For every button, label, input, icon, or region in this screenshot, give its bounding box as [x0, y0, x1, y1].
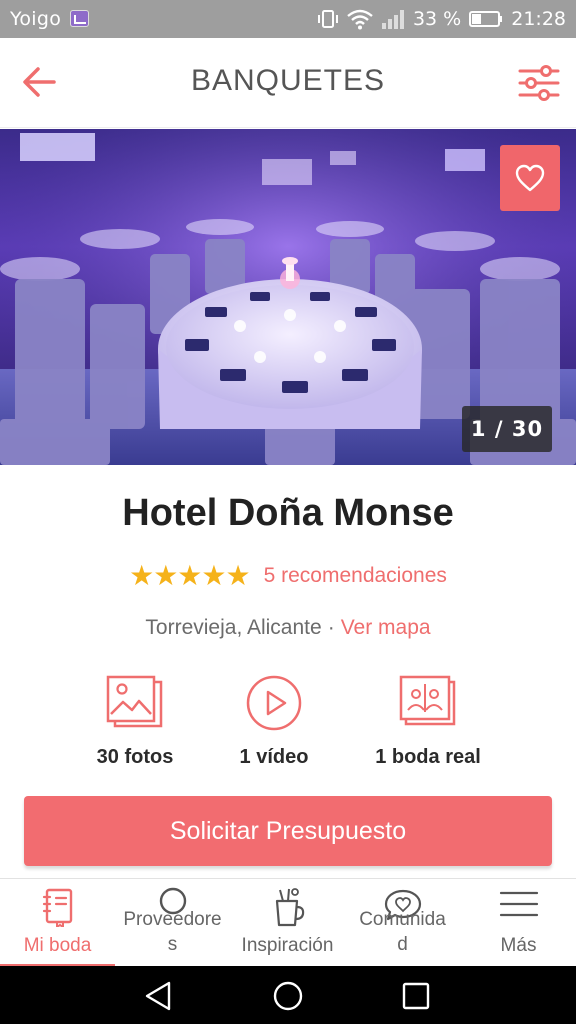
status-indicators: 33 % 21:28 [317, 7, 566, 31]
battery-icon [469, 11, 503, 27]
system-navigation-bar [0, 966, 576, 1024]
video-count: 1 vídeo [239, 746, 309, 768]
media-features: 30 fotos 1 vídeo 1 boda real [0, 672, 576, 782]
app-header: BANQUETES [0, 38, 576, 128]
nav-label-comunidad-line2: d [397, 934, 408, 955]
venue-photo-gallery[interactable]: 1 / 30 [0, 129, 576, 465]
nav-inspiracion[interactable]: Inspiración [230, 879, 345, 967]
system-home-icon[interactable] [270, 978, 306, 1014]
favorite-button[interactable] [500, 145, 560, 211]
real-wedding-feature[interactable]: 1 boda real [348, 672, 508, 769]
nav-comunidad[interactable]: Comunida d [345, 879, 460, 967]
status-bar: Yoigo 33 % 21:28 [0, 0, 576, 38]
nav-label-proveedores-line2: s [167, 934, 178, 955]
real-wedding-count: 1 boda real [375, 746, 481, 768]
view-map-link[interactable]: Ver mapa [341, 616, 431, 639]
nav-label-comunidad: Comunida d [345, 907, 460, 957]
photos-feature[interactable]: 30 fotos [55, 672, 215, 769]
nav-label-proveedores-line1: Proveedore [123, 909, 222, 930]
clock: 21:28 [511, 8, 566, 30]
nav-label-proveedores: Proveedore s [115, 907, 230, 957]
photo-gallery-icon [106, 675, 163, 728]
photos-count: 30 fotos [96, 746, 174, 768]
rating-row: ★★★★★ 5 recomendaciones [0, 560, 576, 592]
heart-outline-icon [515, 164, 545, 192]
nav-label-mi-boda: Mi boda [23, 935, 92, 956]
venue-location: Torrevieja, Alicante [145, 616, 322, 639]
signal-icon [381, 10, 404, 29]
carrier-label: Yoigo [10, 8, 62, 30]
bottom-navigation: Mi boda Proveedore s Inspiración Comunid… [0, 878, 576, 967]
play-circle-icon [246, 675, 302, 731]
filter-sliders-icon[interactable] [518, 64, 560, 102]
request-quote-button[interactable]: Solicitar Presupuesto [24, 796, 552, 866]
venue-name: Hotel Doña Monse [122, 492, 454, 534]
nav-label-inspiracion: Inspiración [241, 935, 334, 956]
page-title: BANQUETES [190, 64, 386, 97]
star-rating: ★★★★★ [129, 559, 251, 592]
vibrate-icon [317, 10, 338, 28]
gallery-notification-icon [70, 10, 89, 27]
nav-label-comunidad-line1: Comunida [359, 909, 446, 930]
location-row: Torrevieja, Alicante · Ver mapa [0, 616, 576, 640]
video-feature[interactable]: 1 vídeo [194, 672, 354, 769]
notebook-icon [42, 888, 72, 927]
nav-label-mas: Más [500, 935, 537, 956]
nav-mi-boda[interactable]: Mi boda [0, 879, 115, 967]
wifi-icon [347, 9, 373, 30]
photo-counter: 1 / 30 [462, 406, 552, 452]
inspiration-cup-icon [275, 888, 304, 927]
nav-mas[interactable]: Más [461, 879, 576, 967]
menu-icon [499, 891, 538, 917]
wedding-album-icon [399, 675, 456, 726]
battery-percent: 33 % [412, 8, 462, 30]
system-back-icon[interactable] [141, 978, 177, 1014]
recommendations-link[interactable]: 5 recomendaciones [264, 564, 447, 588]
location-separator: · [327, 616, 335, 639]
system-recents-icon[interactable] [398, 978, 434, 1014]
nav-proveedores[interactable]: Proveedore s [115, 879, 230, 967]
